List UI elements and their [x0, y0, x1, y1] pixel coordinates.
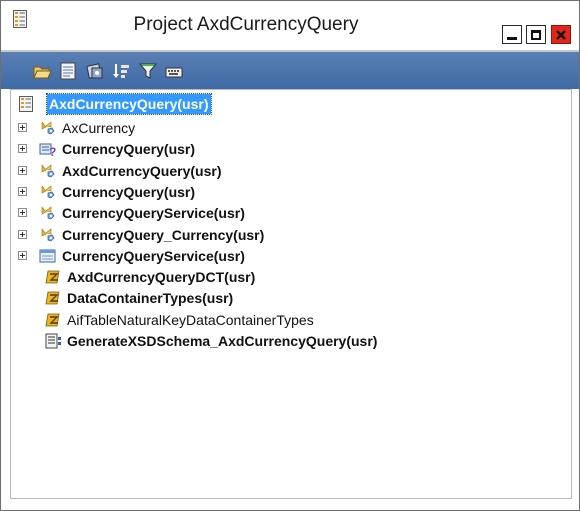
service-icon [39, 248, 57, 264]
close-button[interactable] [551, 25, 571, 44]
tree-item[interactable]: CurrencyQueryService(usr) [11, 246, 551, 266]
window-title: Project AxdCurrencyQuery [133, 14, 359, 35]
class-icon [39, 120, 57, 136]
tree-item-label[interactable]: AxCurrency [62, 118, 135, 138]
macro-icon [45, 312, 63, 328]
close-icon [556, 30, 566, 40]
tree-item-label[interactable]: CurrencyQuery(usr) [62, 182, 195, 202]
tree-item-label[interactable]: CurrencyQueryService(usr) [62, 246, 245, 266]
tree-root-label[interactable]: AxdCurrencyQuery(usr) [46, 93, 212, 115]
tree-item-label[interactable]: CurrencyQueryService(usr) [62, 203, 245, 223]
tree-item-label[interactable]: DataContainerTypes(usr) [67, 288, 233, 308]
compile-icon[interactable] [85, 61, 105, 81]
macro-icon [45, 290, 63, 306]
expand-icon[interactable] [18, 123, 27, 132]
tree-root[interactable]: AxdCurrencyQuery(usr) [11, 93, 551, 115]
tree-item-label[interactable]: AifTableNaturalKeyDataContainerTypes [67, 310, 314, 330]
tree-item[interactable]: GenerateXSDSchema_AxdCurrencyQuery(usr) [11, 331, 551, 351]
tree-item[interactable]: CurrencyQuery_Currency(usr) [11, 225, 551, 245]
tree-item-label[interactable]: CurrencyQuery_Currency(usr) [62, 225, 264, 245]
project-tree[interactable]: AxdCurrencyQuery(usr) AxCurrency? Currenc… [10, 89, 572, 499]
tree-item-label[interactable]: GenerateXSDSchema_AxdCurrencyQuery(usr) [67, 331, 377, 351]
tree-item[interactable]: AifTableNaturalKeyDataContainerTypes [11, 310, 551, 330]
expand-icon[interactable] [18, 229, 27, 239]
class-icon [39, 163, 57, 179]
expand-icon[interactable] [18, 186, 27, 196]
sort-icon[interactable] [111, 61, 131, 81]
expand-icon[interactable] [18, 208, 27, 218]
keyboard-icon[interactable] [164, 61, 184, 81]
tree-item[interactable]: DataContainerTypes(usr) [11, 288, 551, 308]
class-icon [39, 205, 57, 221]
macro-icon [45, 269, 63, 285]
minimize-button[interactable] [502, 25, 522, 44]
job-icon [45, 333, 63, 349]
tree-item[interactable]: AxdCurrencyQuery(usr) [11, 161, 551, 181]
properties-icon[interactable] [58, 61, 78, 81]
project-toolbar [1, 50, 579, 89]
tree-item[interactable]: AxdCurrencyQueryDCT(usr) [11, 267, 551, 287]
expand-icon[interactable] [18, 144, 27, 154]
tree-item-label[interactable]: CurrencyQuery(usr) [62, 139, 195, 159]
class-icon [39, 184, 57, 200]
title-bar[interactable]: Project AxdCurrencyQuery [1, 1, 579, 48]
tree-item[interactable]: AxCurrency [11, 118, 551, 138]
project-icon [19, 96, 37, 112]
tree-item[interactable]: CurrencyQueryService(usr) [11, 203, 551, 223]
tree-item[interactable]: ? CurrencyQuery(usr) [11, 139, 551, 159]
open-folder-icon[interactable] [32, 61, 52, 81]
project-window: Project AxdCurrencyQuery AxdCurrencyQuer… [0, 0, 580, 511]
query-icon: ? [39, 141, 57, 159]
expand-icon[interactable] [18, 165, 27, 175]
tree-item[interactable]: CurrencyQuery(usr) [11, 182, 551, 202]
filter-icon[interactable] [138, 61, 158, 81]
tree-item-label[interactable]: AxdCurrencyQuery(usr) [62, 161, 222, 181]
maximize-button[interactable] [526, 25, 546, 44]
expand-icon[interactable] [18, 250, 27, 260]
class-icon [39, 227, 57, 243]
tree-item-label[interactable]: AxdCurrencyQueryDCT(usr) [67, 267, 255, 287]
svg-text:?: ? [49, 145, 56, 157]
